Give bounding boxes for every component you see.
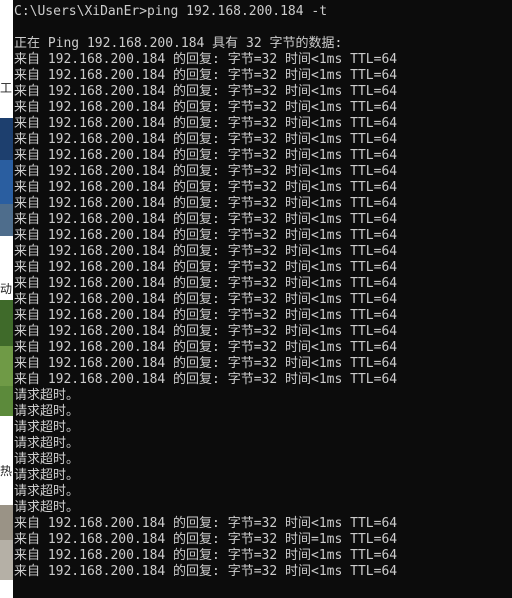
console-line: 来自 192.168.200.184 的回复: 字节=32 时间<1ms TTL… (14, 356, 398, 371)
strip-image-3 (0, 204, 13, 236)
console-line: 正在 Ping 192.168.200.184 具有 32 字节的数据: (14, 36, 343, 51)
console-line: 来自 192.168.200.184 的回复: 字节=32 时间<1ms TTL… (14, 116, 398, 131)
strip-image-6 (0, 386, 13, 416)
console-line: 来自 192.168.200.184 的回复: 字节=32 时间<1ms TTL… (14, 52, 398, 67)
console-line: 来自 192.168.200.184 的回复: 字节=32 时间<1ms TTL… (14, 100, 398, 115)
strip-text-3: 热 (0, 465, 13, 477)
strip-image-2 (0, 160, 13, 204)
strip-image-7 (0, 505, 13, 540)
console-line: 来自 192.168.200.184 的回复: 字节=32 时间<1ms TTL… (14, 372, 398, 387)
console-line: 请求超时。 (14, 420, 80, 435)
console-line: 来自 192.168.200.184 的回复: 字节=32 时间<1ms TTL… (14, 68, 398, 83)
strip-text-2: 动 (0, 283, 13, 295)
console-line: 来自 192.168.200.184 的回复: 字节=32 时间=1ms TTL… (14, 532, 398, 547)
console-line: 来自 192.168.200.184 的回复: 字节=32 时间<1ms TTL… (14, 340, 398, 355)
console-line: 来自 192.168.200.184 的回复: 字节=32 时间<1ms TTL… (14, 260, 398, 275)
console-line: 来自 192.168.200.184 的回复: 字节=32 时间<1ms TTL… (14, 308, 398, 323)
console-line: 来自 192.168.200.184 的回复: 字节=32 时间<1ms TTL… (14, 180, 398, 195)
console-line: 来自 192.168.200.184 的回复: 字节=32 时间<1ms TTL… (14, 548, 398, 563)
console-line: C:\Users\XiDanEr>ping 192.168.200.184 -t (14, 4, 328, 19)
console-line: 来自 192.168.200.184 的回复: 字节=32 时间<1ms TTL… (14, 276, 398, 291)
console-line: 来自 192.168.200.184 的回复: 字节=32 时间<1ms TTL… (14, 324, 398, 339)
console-line: 来自 192.168.200.184 的回复: 字节=32 时间<1ms TTL… (14, 292, 398, 307)
console-line: 来自 192.168.200.184 的回复: 字节=32 时间<1ms TTL… (14, 244, 398, 259)
console-line: 来自 192.168.200.184 的回复: 字节=32 时间<1ms TTL… (14, 212, 398, 227)
console-line: 来自 192.168.200.184 的回复: 字节=32 时间<1ms TTL… (14, 228, 398, 243)
strip-image-4 (0, 300, 13, 346)
console-line: 请求超时。 (14, 484, 80, 499)
background-window-strip: 工 动 热 (0, 0, 13, 598)
console-window[interactable]: C:\Users\XiDanEr>ping 192.168.200.184 -t… (13, 0, 512, 598)
console-line: 来自 192.168.200.184 的回复: 字节=32 时间<1ms TTL… (14, 164, 398, 179)
console-line: 请求超时。 (14, 404, 80, 419)
console-line: 来自 192.168.200.184 的回复: 字节=32 时间<1ms TTL… (14, 196, 398, 211)
console-line: 来自 192.168.200.184 的回复: 字节=32 时间<1ms TTL… (14, 84, 398, 99)
console-line: 来自 192.168.200.184 的回复: 字节=32 时间<1ms TTL… (14, 132, 398, 147)
strip-text-1: 工 (0, 82, 13, 94)
console-line: 来自 192.168.200.184 的回复: 字节=32 时间<1ms TTL… (14, 148, 398, 163)
strip-image-8 (0, 540, 13, 580)
console-line: 请求超时。 (14, 468, 80, 483)
console-line: 来自 192.168.200.184 的回复: 字节=32 时间<1ms TTL… (14, 516, 398, 531)
strip-image-5 (0, 346, 13, 386)
strip-image-1 (0, 118, 13, 160)
console-line: 请求超时。 (14, 388, 80, 403)
console-line: 请求超时。 (14, 500, 80, 515)
console-line: 来自 192.168.200.184 的回复: 字节=32 时间<1ms TTL… (14, 564, 398, 579)
console-line: 请求超时。 (14, 452, 80, 467)
console-line: 请求超时。 (14, 436, 80, 451)
